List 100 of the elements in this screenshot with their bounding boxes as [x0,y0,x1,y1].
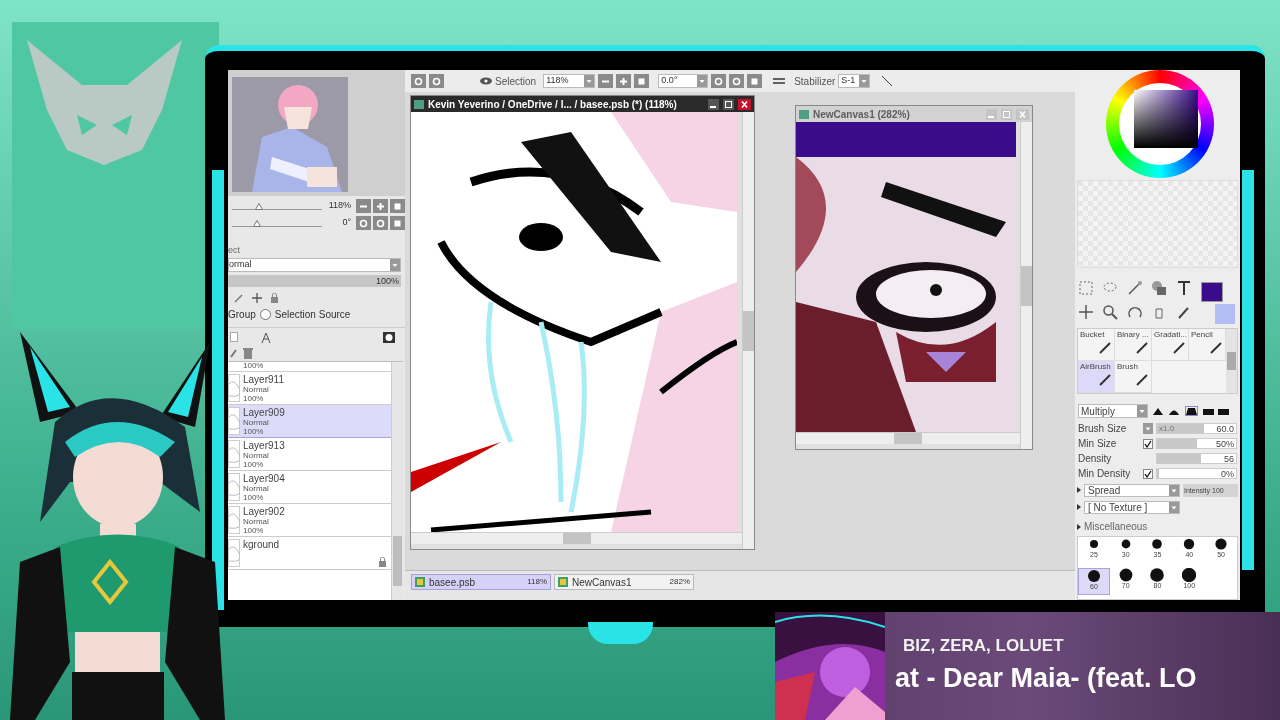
document-icon [799,109,809,119]
reset-zoom-button[interactable] [390,199,405,213]
slider-thumb[interactable] [255,203,263,210]
layer-row[interactable]: 100% [228,362,391,372]
pencil-icon [234,293,244,303]
zoom-in-button[interactable] [616,74,632,88]
magic-wand-icon[interactable] [1126,280,1143,296]
layer-row[interactable]: kground [228,537,391,570]
rotate-left-button[interactable] [711,74,727,88]
param-slider[interactable]: x1.0 60.0 [1156,423,1237,434]
scrollbar[interactable] [391,362,403,600]
layer-name: Layer902 [243,506,285,517]
document-tab[interactable]: NewCanvas1 282% [554,574,694,590]
minimize-icon[interactable] [708,98,719,110]
brush-tip-icon [1182,568,1197,582]
document-tab[interactable]: basee.psb 118% [411,574,551,590]
layer-name: Layer904 [243,473,285,484]
horizontal-scrollbar[interactable] [411,532,742,544]
blend-mode-dropdown[interactable]: Multiply [1078,404,1148,418]
brush-icon [1135,373,1149,387]
zoom-dropdown[interactable]: 118% [543,74,596,88]
reset-rotation-button[interactable] [390,216,405,230]
zoom-out-button[interactable] [356,199,371,213]
close-icon[interactable] [738,98,751,110]
brush-preset[interactable]: Gradati... [1152,329,1189,361]
rotate-icon[interactable] [1126,304,1143,320]
section-label: ect [228,244,241,256]
vertical-scrollbar[interactable] [1020,122,1032,449]
brush-shape-icon[interactable] [1151,406,1231,416]
layer-row[interactable]: Layer904 Normal 100% [228,471,391,504]
plus-icon [619,76,629,86]
section-label: Miscellaneous [1084,520,1148,534]
trash-icon[interactable] [243,347,253,359]
brush-preset[interactable]: Brush [1115,361,1152,393]
reset-zoom-button[interactable] [634,74,650,88]
eraser-icon[interactable] [230,348,237,358]
spread-dropdown[interactable]: Spread [1084,483,1180,497]
layer-row[interactable]: Layer909 Normal 100% [228,405,391,438]
brush-tip-icon [1182,537,1197,551]
zoom-in-button[interactable] [373,199,388,213]
document-icon [415,577,425,587]
scrollbar[interactable] [1226,329,1237,393]
brush-icon [1135,341,1149,355]
texture-dropdown[interactable]: [ No Texture ] [1084,500,1180,514]
brush-preset[interactable]: AirBrush [1078,361,1115,393]
brush-tip-icon [1118,568,1133,582]
text-tool-icon[interactable] [1175,280,1192,296]
rotation-dropdown[interactable]: 0.0° [658,74,709,88]
circle-icon [376,218,385,228]
new-layer-icon[interactable] [230,332,238,342]
checkbox[interactable] [1143,468,1153,479]
vertical-scrollbar[interactable] [742,112,754,549]
brush-tip-icon [1150,568,1165,582]
window-title: Kevin Yeverino / OneDrive / I... / basee.psb (*) (118%) [428,97,678,112]
param-slider[interactable]: 50% [1156,438,1237,449]
zoom-icon[interactable] [1102,304,1119,320]
horizontal-scrollbar[interactable] [796,432,1020,444]
brush-icon [1209,341,1223,355]
expand-arrow-icon[interactable] [1077,523,1081,530]
expand-arrow-icon[interactable] [1077,487,1081,493]
selection-source-radio[interactable] [259,309,271,320]
primary-color-swatch[interactable] [1201,282,1224,302]
secondary-color-swatch[interactable] [1215,304,1236,324]
brush-icon [1172,341,1186,355]
zoom-out-button[interactable] [598,74,614,88]
line-icon [881,75,894,87]
shape-icon[interactable] [1151,280,1168,296]
rotate-right-button[interactable] [729,74,745,88]
redo-button[interactable] [429,74,444,88]
layer-name: Layer909 [243,407,285,418]
layer-opacity: 100% [243,493,265,502]
circle-icon [714,76,724,86]
circle-icon [414,76,423,86]
reset-rotation-button[interactable] [747,74,763,88]
lock-icon [270,293,279,303]
group-label: Group [228,308,256,322]
mask-icon[interactable] [383,332,395,343]
param-slider[interactable]: 0% [1156,468,1237,479]
undo-button[interactable] [411,74,426,88]
layer-row[interactable]: Layer911 Normal 100% [228,372,391,405]
opacity-slider[interactable]: 100% [228,275,401,287]
layer-blend-mode: Normal [243,451,270,460]
selection-label: Selection [495,74,537,89]
select-icon[interactable] [1078,280,1094,296]
circle-icon [359,218,368,228]
stabilizer-dropdown[interactable]: S-1 [838,74,871,88]
rotate-right-button[interactable] [373,216,388,230]
layer-row[interactable]: Layer902 Normal 100% [228,504,391,537]
param-slider[interactable]: 56 [1156,453,1237,464]
rotate-left-button[interactable] [356,216,371,230]
layer-row[interactable]: Layer913 Normal 100% [228,438,391,471]
slider-thumb[interactable] [253,220,262,227]
maximize-icon[interactable] [723,98,734,110]
eye-icon [480,77,492,85]
move-icon[interactable] [1078,304,1094,320]
blend-mode-dropdown[interactable]: ormal [228,258,401,272]
brush-preset[interactable]: Binary ... [1115,329,1152,361]
expand-arrow-icon[interactable] [1077,504,1081,510]
checkbox[interactable] [1143,438,1153,449]
circle-icon [432,76,441,86]
